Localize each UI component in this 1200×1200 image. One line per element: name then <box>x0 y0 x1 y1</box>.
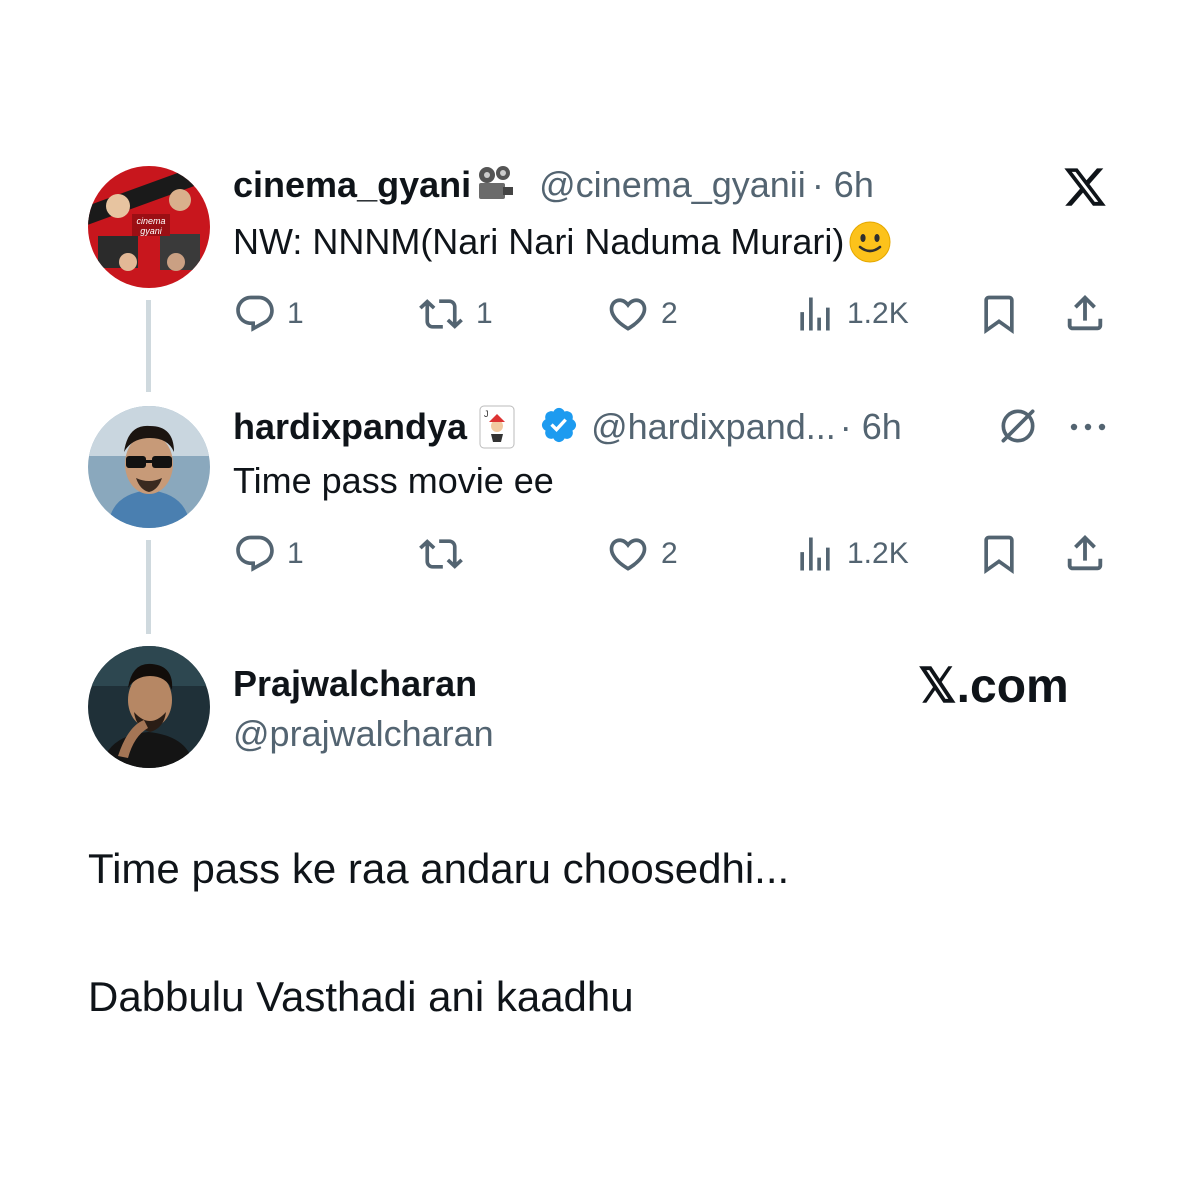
reply-text-line-1: Time pass ke raa andaru choosedhi... <box>88 845 789 893</box>
repost-icon <box>419 299 463 329</box>
views-button[interactable]: 1.2K <box>793 292 909 336</box>
brand-watermark: 𝕏.com <box>918 658 1069 714</box>
share-icon <box>1067 534 1103 571</box>
reply-icon <box>236 535 274 572</box>
share-button[interactable] <box>1062 290 1108 336</box>
avatar-text: cinema gyani <box>136 216 166 236</box>
like-count: 2 <box>661 297 678 330</box>
heart-icon <box>609 298 647 331</box>
avatar-cinema-gyani[interactable]: cinema gyani <box>88 166 210 288</box>
display-name[interactable]: hardixpandya <box>233 406 467 448</box>
display-name[interactable]: Prajwalcharan <box>233 663 477 704</box>
bookmark-icon <box>984 535 1014 575</box>
handle[interactable]: @cinema_gyanii <box>539 164 806 206</box>
x-logo-icon[interactable] <box>1062 164 1108 215</box>
reply-line-1: Time pass ke raa andaru choosedhi... <box>88 845 790 892</box>
reply-count: 1 <box>287 297 304 330</box>
views-icon <box>800 537 830 571</box>
bookmark-icon <box>984 295 1014 335</box>
reply-count: 1 <box>287 537 304 570</box>
like-button[interactable]: 2 <box>605 292 678 336</box>
avatar-hardixpandya[interactable] <box>88 406 210 528</box>
reply-line-2: Dabbulu Vasthadi ani kaadhu <box>88 973 634 1020</box>
views-count: 1.2K <box>847 297 909 330</box>
reply-button[interactable]: 1 <box>233 292 304 336</box>
display-name[interactable]: cinema_gyani <box>233 164 471 206</box>
bookmark-button[interactable] <box>977 532 1021 576</box>
views-button[interactable]: 1.2K <box>793 532 909 576</box>
share-button[interactable] <box>1062 530 1108 576</box>
verified-badge-icon[interactable] <box>539 405 579 450</box>
like-button[interactable]: 2 <box>605 532 678 576</box>
tweet-text: NW: NNNM(Nari Nari Naduma Murari) <box>233 221 845 262</box>
tweet-1-body: NW: NNNM(Nari Nari Naduma Murari) <box>233 220 892 264</box>
share-icon <box>1067 294 1103 331</box>
svg-text:J: J <box>484 409 489 419</box>
handle[interactable]: @prajwalcharan <box>233 713 494 754</box>
views-count: 1.2K <box>847 537 909 570</box>
heart-icon <box>609 538 647 571</box>
brand-text: 𝕏.com <box>918 660 1069 713</box>
more-icon[interactable] <box>1068 420 1108 438</box>
smile-emoji-icon <box>848 220 892 264</box>
repost-count: 1 <box>476 297 493 330</box>
tweet-2-body: Time pass movie ee <box>233 460 554 502</box>
repost-icon <box>419 539 463 569</box>
reply-button[interactable]: 1 <box>233 532 304 576</box>
reply-icon <box>236 295 274 332</box>
tweet-text: Time pass movie ee <box>233 460 554 501</box>
views-icon <box>800 297 830 331</box>
grok-icon[interactable] <box>996 404 1040 453</box>
like-count: 2 <box>661 537 678 570</box>
projector-emoji-icon <box>473 163 517 207</box>
tweet-3-handle: @prajwalcharan <box>233 713 494 755</box>
reply-text-line-2: Dabbulu Vasthadi ani kaadhu <box>88 973 634 1021</box>
repost-button[interactable] <box>416 532 476 576</box>
thread-line-2 <box>146 540 151 634</box>
tweet-1-header: cinema_gyani @cinema_gyanii · 6h <box>233 163 874 207</box>
timestamp[interactable]: · 6h <box>812 164 874 206</box>
repost-button[interactable]: 1 <box>416 292 493 336</box>
tweet-2-header: hardixpandya J @hardixpand... · 6h <box>233 404 902 450</box>
handle[interactable]: @hardixpand... <box>591 406 836 448</box>
avatar-prajwalcharan[interactable] <box>88 646 210 768</box>
bookmark-button[interactable] <box>977 292 1021 336</box>
thread-line-1 <box>146 300 151 392</box>
tweet-3-name: Prajwalcharan <box>233 663 477 705</box>
timestamp[interactable]: · 6h <box>840 406 902 448</box>
joker-card-emoji-icon: J <box>477 404 517 450</box>
